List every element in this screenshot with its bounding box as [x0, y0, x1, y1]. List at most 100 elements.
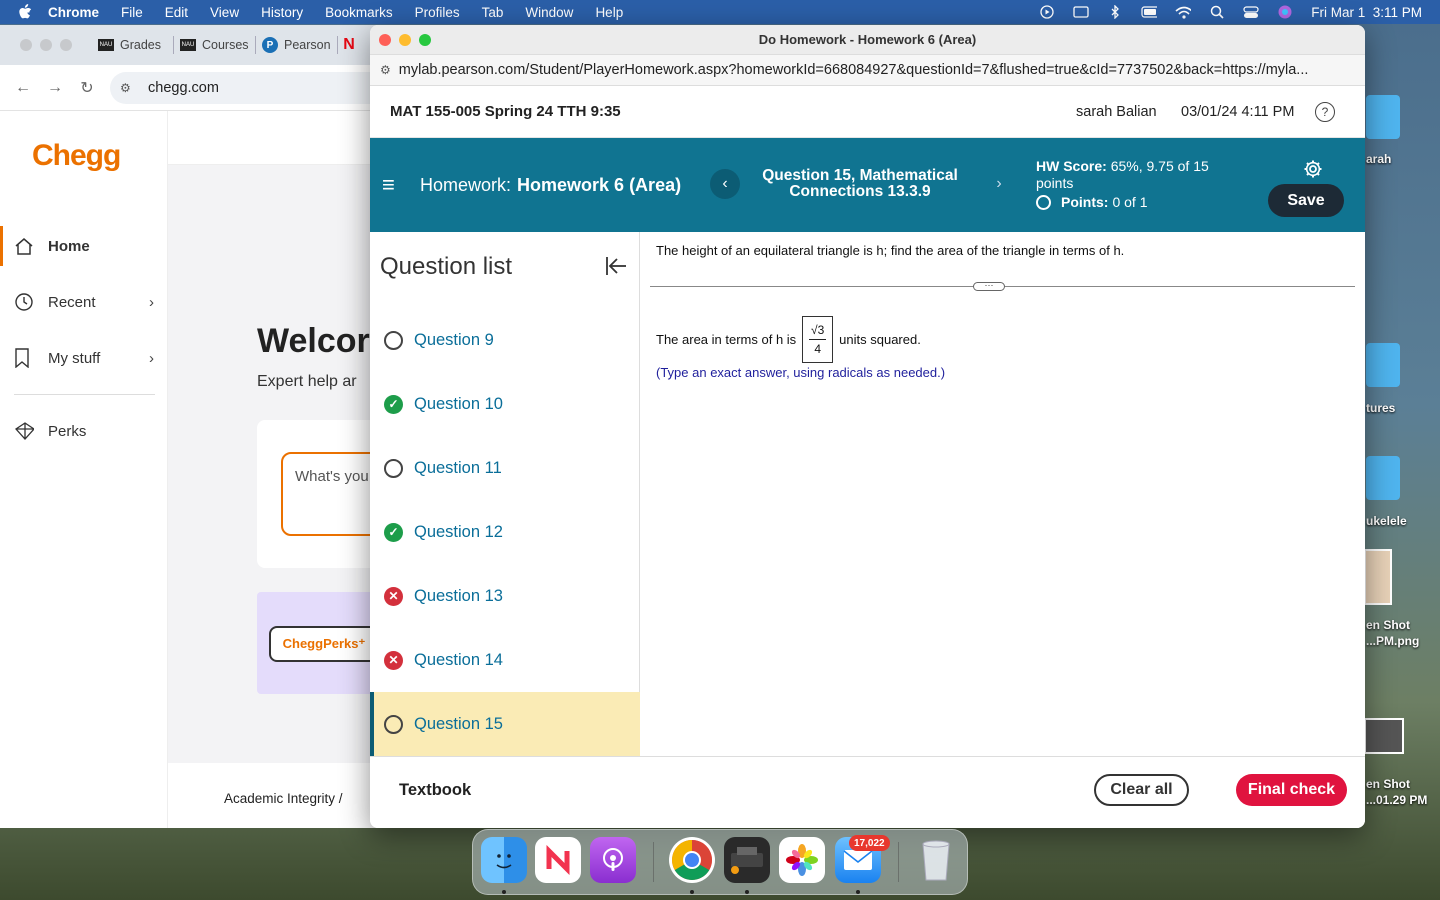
site-settings-icon[interactable]: ⚙	[120, 81, 140, 95]
question-list-item[interactable]: ✓ Question 10	[370, 372, 640, 436]
spotlight-icon[interactable]	[1209, 5, 1225, 19]
textbook-link[interactable]: Textbook	[399, 781, 471, 800]
gear-icon[interactable]	[1302, 158, 1324, 180]
menu-clock[interactable]: Fri Mar 1 3:11 PM	[1311, 5, 1422, 20]
window-title: Do Homework - Homework 6 (Area)	[758, 32, 977, 47]
control-center-icon[interactable]	[1243, 5, 1259, 19]
question-list-item[interactable]: Question 11	[370, 436, 640, 500]
tab-courses[interactable]: NAU Courses	[174, 36, 256, 54]
screenshot-thumbnail[interactable]	[1364, 718, 1404, 754]
tab-label: Pearson	[284, 38, 331, 52]
battery-icon[interactable]	[1141, 5, 1158, 19]
expand-handle[interactable]: ···	[973, 281, 1005, 291]
back-icon[interactable]: ←	[14, 79, 32, 97]
background-browser-window: NAU Grades NAU Courses P Pearson N ← → ↻ ⚙ …	[0, 25, 390, 828]
tab-pearson[interactable]: P Pearson	[256, 36, 338, 54]
answer-line: The area in terms of h is √3 4 units squ…	[656, 316, 921, 363]
nau-icon: NAU	[180, 39, 196, 51]
siri-icon[interactable]	[1277, 5, 1293, 19]
menu-edit[interactable]: Edit	[165, 5, 188, 20]
menu-bookmarks[interactable]: Bookmarks	[325, 5, 393, 20]
save-button[interactable]: Save	[1268, 184, 1344, 217]
menu-icon[interactable]: ≡	[382, 172, 402, 198]
points-value: 0 of 1	[1112, 194, 1148, 210]
finder-icon[interactable]	[481, 837, 527, 883]
desktop-item-label[interactable]: ...01.29 PM	[1366, 793, 1427, 807]
chegg-sidebar: Chegg Home Recent › My stuff › Perks	[0, 111, 168, 828]
chegg-logo[interactable]: Chegg	[32, 139, 121, 173]
sidebar-item-my-stuff[interactable]: My stuff ›	[0, 338, 168, 378]
menu-tab[interactable]: Tab	[482, 5, 504, 20]
sidebar-item-recent[interactable]: Recent ›	[0, 282, 168, 322]
play-icon[interactable]	[1039, 5, 1055, 19]
reload-icon[interactable]: ↻	[78, 78, 96, 98]
menu-history[interactable]: History	[261, 5, 303, 20]
tab-label: Grades	[120, 38, 161, 52]
mail-badge: 17,022	[849, 835, 890, 851]
display-icon[interactable]	[1073, 5, 1089, 19]
academic-integrity-link[interactable]: Academic Integrity /	[224, 791, 343, 806]
address-text: mylab.pearson.com/Student/PlayerHomework…	[398, 62, 1309, 78]
bookmark-icon	[14, 348, 34, 368]
question-list-item[interactable]: ✕ Question 14	[370, 628, 640, 692]
hw-score-label: HW Score:	[1036, 158, 1107, 174]
question-label: Question 15	[414, 714, 503, 733]
student-name[interactable]: sarah Balian	[1076, 104, 1157, 120]
desktop-item-label[interactable]: tures	[1366, 401, 1395, 415]
sidebar-item-perks[interactable]: Perks	[0, 411, 168, 451]
chegg-perks-badge: CheggPerks⁺	[269, 626, 379, 662]
trash-icon[interactable]	[913, 837, 959, 883]
collapse-panel-icon[interactable]	[604, 254, 628, 278]
address-bar[interactable]: ⚙ mylab.pearson.com/Student/PlayerHomewo…	[370, 54, 1365, 86]
menu-file[interactable]: File	[121, 5, 143, 20]
question-list-item[interactable]: ✕ Question 13	[370, 564, 640, 628]
menu-window[interactable]: Window	[525, 5, 573, 20]
menu-view[interactable]: View	[210, 5, 239, 20]
photos-icon[interactable]	[779, 837, 825, 883]
printer-icon[interactable]	[724, 837, 770, 883]
divider	[14, 394, 155, 395]
desktop-item-label[interactable]: ukelele	[1366, 514, 1407, 528]
news-icon[interactable]	[535, 837, 581, 883]
window-controls[interactable]	[20, 39, 72, 51]
help-icon[interactable]: ?	[1315, 101, 1335, 122]
next-question-button[interactable]: ›	[984, 169, 1014, 199]
address-bar[interactable]: ⚙ chegg.com	[110, 71, 390, 104]
apple-icon[interactable]	[18, 4, 34, 20]
previous-question-button[interactable]: ‹	[710, 169, 740, 199]
clear-all-button[interactable]: Clear all	[1094, 774, 1189, 806]
final-check-button[interactable]: Final check	[1236, 774, 1347, 806]
question-list-item-current[interactable]: Question 15	[370, 692, 640, 756]
answer-suffix: units squared.	[839, 332, 921, 347]
tab-netflix[interactable]: N	[338, 36, 368, 54]
wifi-icon[interactable]	[1175, 5, 1192, 19]
desktop-item-label[interactable]: ...PM.png	[1366, 634, 1419, 648]
site-settings-icon[interactable]: ⚙	[380, 63, 391, 77]
homework-name: Homework 6 (Area)	[517, 175, 682, 195]
desktop-item-label[interactable]: en Shot	[1366, 777, 1410, 791]
desktop-item-label[interactable]: en Shot	[1366, 618, 1410, 632]
question-list-item[interactable]: Question 9	[370, 308, 640, 372]
tab-grades[interactable]: NAU Grades	[92, 36, 174, 54]
question-list-item[interactable]: ✓ Question 12	[370, 500, 640, 564]
running-indicator	[745, 890, 749, 894]
answer-input[interactable]: √3 4	[802, 316, 834, 363]
screenshot-thumbnail[interactable]	[1364, 549, 1392, 605]
sidebar-item-home[interactable]: Home	[0, 226, 168, 266]
forward-icon[interactable]: →	[46, 79, 64, 97]
background-toolbar: ← → ↻ ⚙ chegg.com	[0, 65, 390, 111]
desktop-folder-icon[interactable]	[1366, 456, 1400, 500]
chrome-icon[interactable]	[669, 837, 715, 883]
dock	[472, 829, 968, 895]
desktop-item-label[interactable]: arah	[1366, 152, 1391, 166]
points-label: Points:	[1061, 194, 1109, 210]
desktop-folder-icon[interactable]	[1366, 343, 1400, 387]
menu-help[interactable]: Help	[595, 5, 623, 20]
desktop-folder-icon[interactable]	[1366, 95, 1400, 139]
podcasts-icon[interactable]	[590, 837, 636, 883]
running-indicator	[502, 890, 506, 894]
question-list-panel: Question list Question 9 ✓ Question 10 Q…	[370, 232, 640, 756]
menu-app-name[interactable]: Chrome	[48, 5, 99, 20]
menu-profiles[interactable]: Profiles	[415, 5, 460, 20]
bluetooth-icon[interactable]	[1107, 5, 1123, 19]
